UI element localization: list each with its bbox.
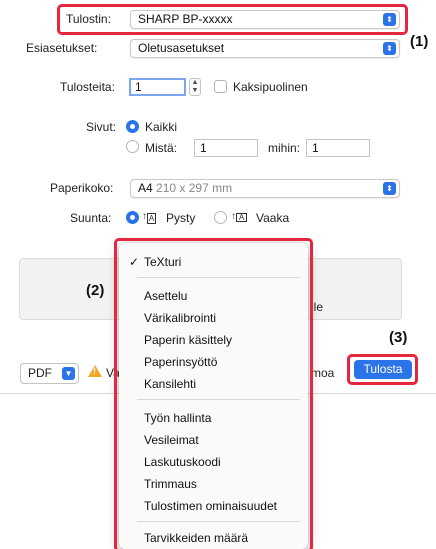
portrait-icon: ↑ A [142,211,156,224]
landscape-label: Vaaka [256,211,290,225]
popup-chevron-icon: ⬍ [383,182,396,195]
paper-size-dims: 210 x 297 mm [156,181,233,195]
duplex-checkbox[interactable] [214,80,227,93]
pages-range-radio[interactable] [126,140,139,153]
presets-select[interactable]: Oletusasetukset ⬍ [130,39,400,58]
portrait-label: Pysty [166,211,196,225]
presets-value: Oletusasetukset [138,41,225,55]
cancel-button[interactable]: moa [311,366,334,380]
callout-3: (3) [389,329,408,346]
pages-all-radio[interactable] [126,120,139,133]
pages-label: Sivut: [86,120,117,134]
orientation-label: Suunta: [70,211,112,225]
pdf-button[interactable]: PDF ▼ [20,363,79,384]
landscape-radio[interactable] [214,211,227,224]
pages-range-label: Mistä: [145,141,178,155]
printer-highlight-frame [57,4,408,35]
popup-chevron-icon: ⬍ [383,42,396,55]
portrait-radio[interactable] [126,211,139,224]
stepper-icon: ▲ ▼ [191,79,199,94]
warning-icon [88,365,102,377]
menu-highlight-frame [114,238,313,549]
pdf-label: PDF [28,366,52,380]
copies-field[interactable]: 1 [129,78,186,96]
duplex-label: Kaksipuolinen [233,80,308,94]
callout-1: (1) [410,33,429,50]
copies-stepper[interactable]: ▲ ▼ [189,78,201,96]
paper-size-name: A4 [138,181,153,195]
paper-size-label: Paperikoko: [50,181,114,195]
callout-2: (2) [86,282,105,299]
print-highlight-frame [347,354,418,385]
pages-from-field[interactable]: 1 [194,139,258,157]
landscape-icon: ↑ A [231,211,247,223]
pages-all-label: Kaikki [145,120,178,134]
pages-to-label: mihin: [268,141,301,155]
pages-to-field[interactable]: 1 [306,139,370,157]
copies-label: Tulosteita: [60,80,115,94]
chevron-down-icon: ▼ [62,367,75,380]
presets-label: Esiasetukset: [26,41,98,55]
paper-size-select[interactable]: A4 210 x 297 mm ⬍ [130,179,400,198]
